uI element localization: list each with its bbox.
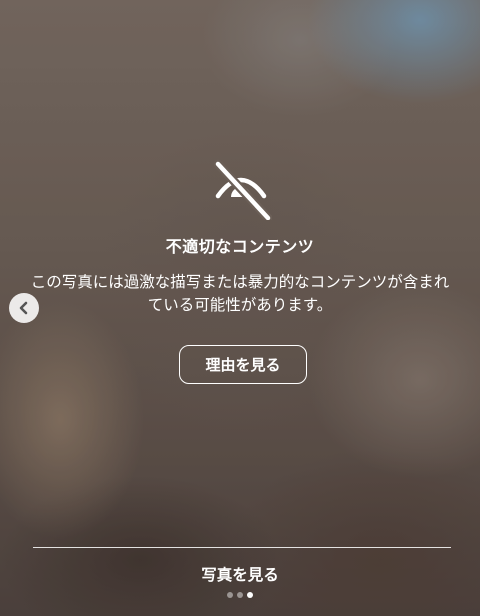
warning-description: この写真には過激な描写または暴力的なコンテンツが含まれている可能性があります。 — [30, 273, 450, 314]
pagination-dot-active[interactable] — [247, 592, 253, 598]
chevron-left-icon — [19, 301, 28, 315]
footer-divider — [33, 547, 451, 548]
previous-button[interactable] — [9, 293, 39, 323]
warning-title: 不適切なコンテンツ — [165, 237, 315, 256]
pagination-dots — [0, 592, 480, 598]
sensitive-content-warning: 不適切なコンテンツ この写真には過激な描写または暴力的なコンテンツが含まれている… — [0, 0, 480, 616]
see-reason-button[interactable]: 理由を見る — [179, 345, 307, 384]
eye-slash-icon — [210, 158, 273, 223]
pagination-dot[interactable] — [227, 592, 233, 598]
view-photo-button[interactable]: 写真を見る — [0, 563, 480, 585]
pagination-dot[interactable] — [237, 592, 243, 598]
